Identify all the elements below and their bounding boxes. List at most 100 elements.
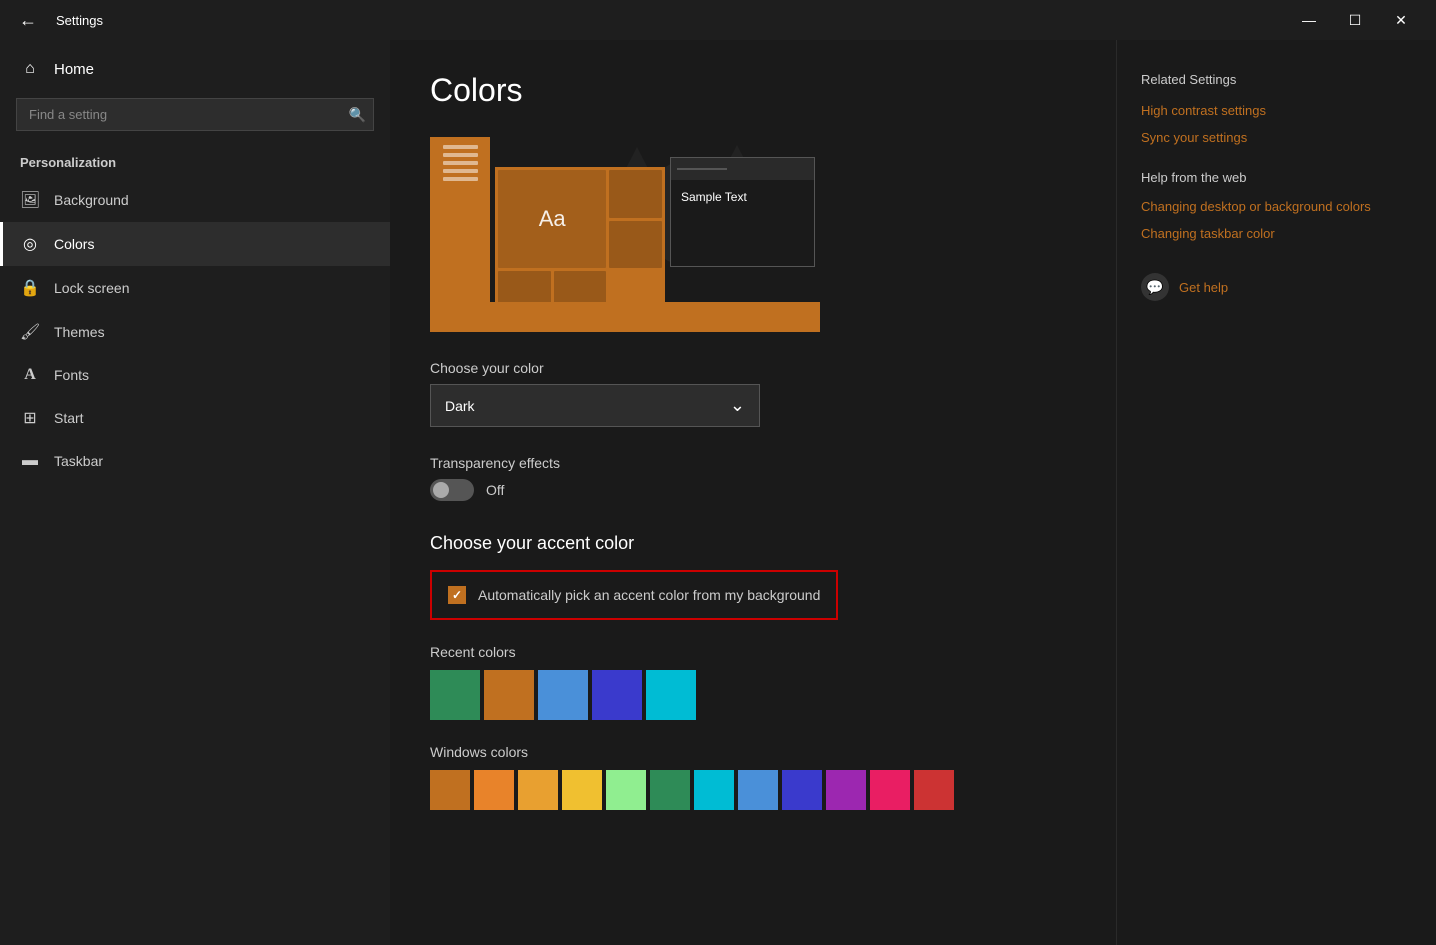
recent-colors-section: Recent colors	[430, 644, 1076, 720]
transparency-section: Transparency effects Off	[430, 455, 1076, 501]
recent-color-swatch[interactable]	[592, 670, 642, 720]
related-settings-title: Related Settings	[1141, 72, 1412, 87]
sidebar-item-start[interactable]: ⊞ Start	[0, 396, 390, 440]
sidebar-item-themes[interactable]: 🖌 Themes	[0, 310, 390, 354]
start-icon: ⊞	[20, 408, 40, 428]
background-icon: 🖼	[20, 190, 40, 210]
preview-sidebar-line	[443, 177, 478, 181]
recent-color-swatches	[430, 670, 1076, 720]
preview-tile	[609, 221, 662, 269]
maximize-icon: ☐	[1349, 12, 1362, 29]
lock-icon: 🔒	[20, 278, 40, 298]
preview-sidebar-line	[443, 161, 478, 165]
windows-colors-label: Windows colors	[430, 744, 1076, 760]
color-mode-value: Dark	[445, 398, 475, 414]
color-mode-dropdown[interactable]: Dark ⌄	[430, 384, 760, 427]
sidebar-item-label: Taskbar	[54, 453, 103, 469]
windows-color-swatch[interactable]	[562, 770, 602, 810]
windows-colors-section: Windows colors	[430, 744, 1076, 810]
color-mode-label: Choose your color	[430, 360, 1076, 376]
taskbar-icon: ▬	[20, 452, 40, 470]
home-icon: ⌂	[20, 60, 40, 78]
windows-color-swatch[interactable]	[650, 770, 690, 810]
sidebar-item-lock-screen[interactable]: 🔒 Lock screen	[0, 266, 390, 310]
recent-color-swatch[interactable]	[646, 670, 696, 720]
minimize-button[interactable]: —	[1286, 4, 1332, 36]
changing-background-link[interactable]: Changing desktop or background colors	[1141, 199, 1412, 214]
changing-taskbar-link[interactable]: Changing taskbar color	[1141, 226, 1412, 241]
themes-icon: 🖌	[20, 322, 40, 342]
sidebar-item-label: Fonts	[54, 367, 89, 383]
preview-taskbar	[430, 302, 820, 332]
windows-color-swatch[interactable]	[430, 770, 470, 810]
transparency-toggle[interactable]	[430, 479, 474, 501]
recent-colors-label: Recent colors	[430, 644, 1076, 660]
chevron-down-icon: ⌄	[730, 395, 745, 416]
sidebar-item-label: Lock screen	[54, 280, 129, 296]
sidebar-item-background[interactable]: 🖼 Background	[0, 178, 390, 222]
high-contrast-link[interactable]: High contrast settings	[1141, 103, 1412, 118]
get-help-icon: 💬	[1141, 273, 1169, 301]
search-input[interactable]	[16, 98, 374, 131]
windows-color-swatch[interactable]	[826, 770, 866, 810]
sidebar-item-label: Start	[54, 410, 84, 426]
windows-color-swatch[interactable]	[518, 770, 558, 810]
sidebar: ⌂ Home 🔍 Personalization 🖼 Background ◎ …	[0, 40, 390, 945]
sidebar-home[interactable]: ⌂ Home	[0, 48, 390, 90]
minimize-icon: —	[1302, 12, 1316, 28]
app-title: Settings	[56, 13, 103, 28]
windows-color-swatch[interactable]	[474, 770, 514, 810]
transparency-label: Transparency effects	[430, 455, 1076, 471]
windows-color-swatch[interactable]	[738, 770, 778, 810]
sidebar-item-fonts[interactable]: A Fonts	[0, 354, 390, 396]
page-title: Colors	[430, 72, 1076, 109]
transparency-toggle-row: Off	[430, 479, 1076, 501]
toggle-knob	[433, 482, 449, 498]
home-label: Home	[54, 61, 94, 78]
auto-accent-checkbox[interactable]: ✓	[448, 586, 466, 604]
preview-tile	[609, 170, 662, 218]
preview-sidebar-line	[443, 145, 478, 149]
sync-settings-link[interactable]: Sync your settings	[1141, 130, 1412, 145]
windows-color-swatch[interactable]	[694, 770, 734, 810]
preview-sidebar-mock	[430, 137, 490, 302]
windows-color-swatch[interactable]	[782, 770, 822, 810]
search-box: 🔍	[16, 98, 374, 131]
color-preview: Aa Sample Text	[430, 137, 820, 332]
preview-tile-aa: Aa	[498, 170, 606, 268]
preview-window-line	[677, 168, 727, 170]
colors-icon: ◎	[20, 234, 40, 254]
back-icon: ←	[19, 10, 37, 31]
main-content: Colors Aa	[390, 40, 1116, 945]
preview-window: Sample Text	[670, 157, 815, 267]
windows-color-swatch[interactable]	[870, 770, 910, 810]
sidebar-section-label: Personalization	[0, 147, 390, 178]
help-section: 💬 Get help	[1141, 273, 1412, 301]
preview-sample-text: Sample Text	[671, 180, 814, 214]
auto-accent-row[interactable]: ✓ Automatically pick an accent color fro…	[430, 570, 838, 620]
sidebar-item-taskbar[interactable]: ▬ Taskbar	[0, 440, 390, 482]
windows-color-swatch[interactable]	[606, 770, 646, 810]
close-icon: ✕	[1395, 12, 1407, 29]
windows-color-swatch[interactable]	[914, 770, 954, 810]
sidebar-item-label: Background	[54, 192, 129, 208]
recent-color-swatch[interactable]	[538, 670, 588, 720]
checkmark-icon: ✓	[452, 588, 462, 602]
color-mode-section: Choose your color Dark ⌄	[430, 360, 1076, 427]
sidebar-item-label: Colors	[54, 236, 94, 252]
sidebar-item-colors[interactable]: ◎ Colors	[0, 222, 390, 266]
get-help-link[interactable]: Get help	[1179, 280, 1228, 295]
recent-color-swatch[interactable]	[430, 670, 480, 720]
close-button[interactable]: ✕	[1378, 4, 1424, 36]
back-button[interactable]: ←	[12, 4, 44, 36]
preview-sidebar-line	[443, 169, 478, 173]
accent-color-section: Choose your accent color ✓ Automatically…	[430, 533, 1076, 620]
search-button[interactable]: 🔍	[349, 106, 366, 123]
sidebar-item-label: Themes	[54, 324, 105, 340]
preview-tiles: Aa	[495, 167, 665, 322]
preview-window-titlebar	[671, 158, 814, 180]
maximize-button[interactable]: ☐	[1332, 4, 1378, 36]
help-from-web-label: Help from the web	[1141, 169, 1412, 187]
recent-color-swatch[interactable]	[484, 670, 534, 720]
accent-section-title: Choose your accent color	[430, 533, 1076, 554]
